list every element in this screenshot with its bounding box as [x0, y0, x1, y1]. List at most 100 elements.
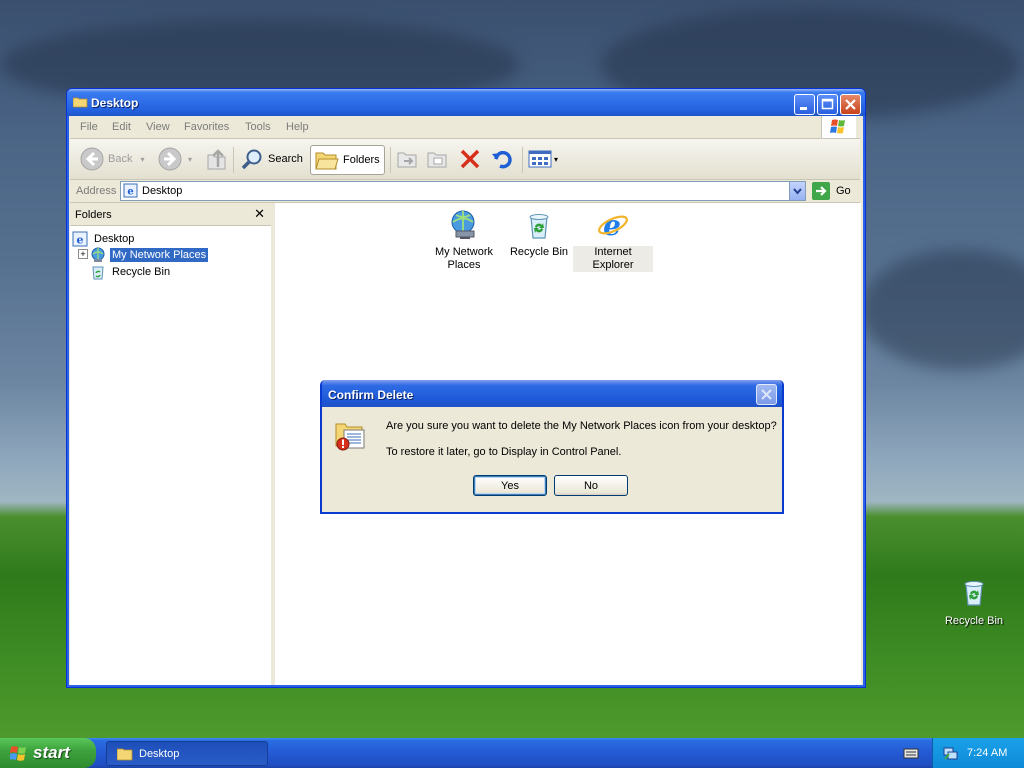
- minimize-icon: [800, 107, 807, 110]
- delete-icon: [460, 149, 480, 169]
- close-folders-pane-icon[interactable]: ✕: [254, 206, 265, 222]
- undo-icon: [492, 150, 512, 169]
- dialog-message: Are you sure you want to delete the My N…: [386, 420, 777, 432]
- item-label: Recycle Bin: [509, 246, 569, 258]
- folder-icon: [315, 152, 339, 170]
- yes-button[interactable]: Yes: [473, 475, 547, 496]
- windows-logo: [821, 116, 856, 138]
- tree-label: My Network Places: [110, 248, 209, 262]
- toolbar-separator: [390, 147, 391, 173]
- svg-text:e: e: [127, 187, 133, 198]
- folder-icon: [73, 97, 88, 108]
- search-button[interactable]: Search: [240, 145, 303, 173]
- folder-icon: [117, 748, 133, 760]
- folders-button[interactable]: Folders: [310, 145, 385, 175]
- tree-label: Recycle Bin: [112, 266, 171, 278]
- dialog-title: Confirm Delete: [328, 388, 414, 402]
- folders-pane-title: Folders: [75, 209, 112, 221]
- tree-label: Desktop: [94, 233, 135, 245]
- tree-expander[interactable]: +: [78, 249, 88, 259]
- undo-button[interactable]: [490, 145, 514, 173]
- views-icon: [528, 150, 552, 168]
- folder-up-icon: [207, 149, 226, 170]
- recycle-bin-icon: [529, 214, 549, 239]
- close-button[interactable]: [840, 94, 861, 115]
- go-arrow-icon: [812, 182, 830, 200]
- views-dropdown-icon: ▾: [554, 154, 559, 164]
- internet-explorer-icon: e: [598, 209, 628, 242]
- chevron-down-icon: [793, 188, 802, 195]
- item-recycle-bin[interactable]: Recycle Bin: [499, 209, 579, 259]
- item-label: My Network: [434, 246, 494, 258]
- address-value: Desktop: [142, 185, 183, 197]
- menu-help[interactable]: Help: [286, 121, 309, 133]
- network-tray-icon[interactable]: [942, 745, 958, 761]
- back-label: Back: [108, 153, 133, 165]
- menu-tools[interactable]: Tools: [245, 121, 271, 133]
- tree-item-recycle-bin[interactable]: Recycle Bin: [90, 264, 172, 280]
- dialog-titlebar[interactable]: Confirm Delete: [322, 380, 782, 407]
- svg-text:e: e: [603, 209, 621, 241]
- svg-text:e: e: [77, 234, 84, 247]
- close-icon: [845, 99, 856, 110]
- menu-favorites[interactable]: Favorites: [184, 121, 229, 133]
- menu-view[interactable]: View: [146, 121, 170, 133]
- taskbar: start Desktop 7:24 AM: [0, 738, 1024, 768]
- menu-bar: File Edit View Favorites Tools Help: [70, 116, 860, 139]
- folders-pane-header: Folders ✕: [70, 203, 271, 226]
- no-button[interactable]: No: [554, 475, 628, 496]
- address-field[interactable]: e Desktop: [120, 181, 806, 201]
- folders-label: Folders: [343, 154, 380, 166]
- maximize-button[interactable]: [817, 94, 838, 115]
- menu-edit[interactable]: Edit: [112, 121, 131, 133]
- item-internet-explorer[interactable]: e Internet Explorer: [573, 209, 653, 272]
- desktop-recycle-bin[interactable]: Recycle Bin: [934, 576, 1014, 627]
- cloud: [860, 250, 1024, 370]
- desktop-icon: e: [123, 183, 138, 198]
- menu-file[interactable]: File: [80, 121, 98, 133]
- tree-item-my-network-places[interactable]: My Network Places: [90, 247, 209, 263]
- network-places-icon: [451, 210, 475, 239]
- windows-flag-icon: [830, 119, 845, 134]
- address-bar: Address e Desktop Go: [70, 180, 860, 203]
- copy-to-button[interactable]: [426, 145, 450, 173]
- copy-to-icon: [427, 152, 447, 168]
- keyboard-icon[interactable]: [903, 745, 919, 761]
- go-label: Go: [836, 185, 851, 197]
- toolbar: Back ▾ ▾ Search Folders ▾: [70, 139, 860, 180]
- window-titlebar[interactable]: Desktop: [67, 89, 865, 116]
- toolbar-separator: [233, 147, 234, 173]
- start-button[interactable]: start: [0, 738, 96, 768]
- item-label: Places: [447, 259, 481, 271]
- system-tray: 7:24 AM: [932, 738, 1024, 768]
- address-label: Address: [76, 185, 117, 197]
- desktop-icon: e: [72, 231, 88, 247]
- tree-item-desktop[interactable]: e Desktop: [72, 231, 136, 247]
- dialog-close-button[interactable]: [756, 384, 777, 405]
- back-arrow-icon: [80, 147, 104, 171]
- taskbar-item-desktop[interactable]: Desktop: [106, 741, 268, 766]
- minimize-button[interactable]: [794, 94, 815, 115]
- item-my-network-places[interactable]: My Network Places: [424, 209, 504, 272]
- address-dropdown-button[interactable]: [789, 182, 805, 200]
- move-to-icon: [397, 152, 417, 168]
- go-button[interactable]: Go: [812, 182, 851, 200]
- clock: 7:24 AM: [967, 747, 1008, 759]
- delete-button[interactable]: [458, 145, 482, 173]
- delete-folder-warning-icon: [335, 423, 365, 451]
- forward-arrow-icon: [158, 147, 182, 171]
- maximize-icon: [821, 98, 834, 110]
- taskbar-item-label: Desktop: [139, 747, 180, 760]
- dialog-hint: To restore it later, go to Display in Co…: [386, 446, 622, 458]
- views-button[interactable]: ▾: [528, 145, 558, 173]
- desktop-icon-label: Recycle Bin: [944, 615, 1004, 627]
- up-button[interactable]: [206, 145, 228, 173]
- toolbar-separator: [522, 147, 523, 173]
- close-icon: [761, 389, 772, 400]
- windows-flag-icon: [10, 746, 26, 761]
- confirm-delete-dialog: Confirm Delete Are you sure you want to …: [320, 380, 784, 514]
- forward-button[interactable]: ▾: [158, 145, 192, 173]
- back-button[interactable]: Back ▾: [80, 145, 144, 173]
- move-to-button[interactable]: [396, 145, 420, 173]
- back-dropdown-icon: ▾: [140, 154, 145, 164]
